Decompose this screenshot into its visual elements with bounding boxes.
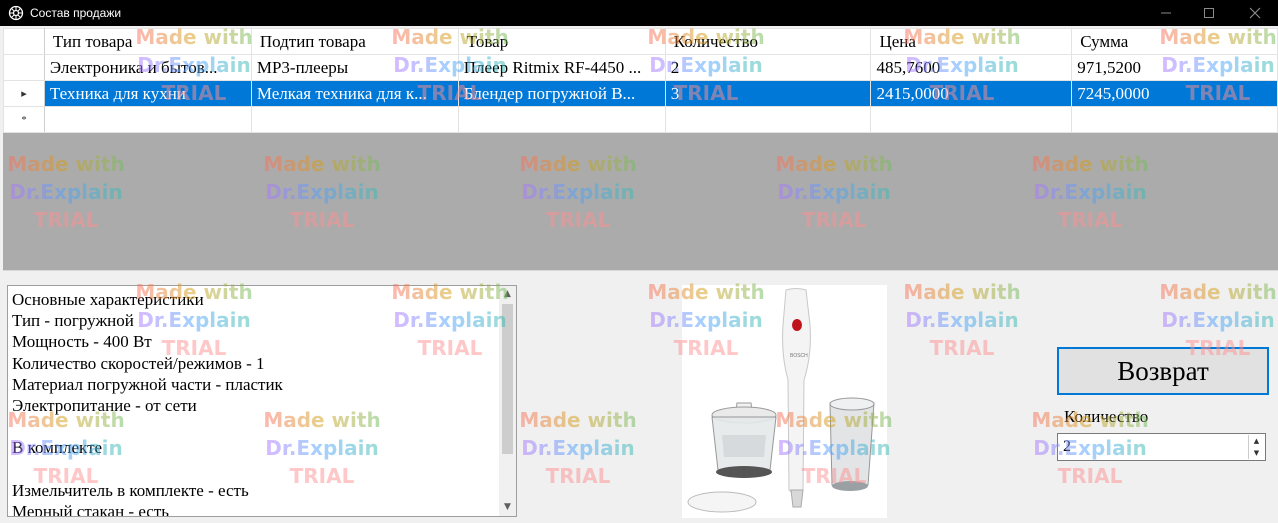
cell-quantity[interactable]: 2 [664, 54, 872, 81]
cell-price[interactable] [870, 106, 1073, 133]
column-header-product[interactable]: Товар [457, 28, 666, 55]
description-line: Мерный стакан - есть [12, 502, 170, 517]
row-header[interactable] [3, 54, 45, 81]
return-button[interactable]: Возврат [1057, 347, 1269, 395]
window-title: Состав продажи [30, 6, 122, 20]
scroll-up-arrow-icon[interactable]: ▲ [499, 286, 516, 303]
quantity-label: Количество [1064, 407, 1149, 426]
cell-sum[interactable]: 7245,0000 [1071, 80, 1278, 107]
product-description-textbox[interactable]: Основные характеристики Тип - погружной Мо… [7, 285, 517, 517]
column-header-subtype[interactable]: Подтип товара [250, 28, 459, 55]
trial-watermark: Made withDr.ExplainTRIAL [513, 406, 643, 490]
sales-grid-area[interactable]: Тип товара Подтип товара Товар Количеств… [3, 28, 1278, 271]
quantity-stepper[interactable]: 2 ▲ ▼ [1057, 433, 1266, 461]
cell-quantity[interactable]: 3 [664, 80, 872, 107]
description-line [12, 459, 283, 480]
cell-subtype[interactable] [250, 106, 459, 133]
description-line: Тип - погружной [12, 311, 134, 331]
product-description-text: Основные характеристики Тип - погружной Мо… [12, 289, 283, 517]
cell-price[interactable]: 2415,0000 [870, 80, 1073, 107]
scroll-thumb[interactable] [502, 304, 513, 454]
description-scrollbar[interactable]: ▲ ▼ [499, 286, 516, 516]
description-line [12, 416, 283, 437]
grid-header-row: Тип товара Подтип товара Товар Количеств… [3, 28, 1278, 55]
sales-grid[interactable]: Тип товара Подтип товара Товар Количеств… [3, 28, 1278, 133]
cell-product[interactable]: Плеер Ritmix RF-4450 ... [457, 54, 666, 81]
description-line: Основные характеристики [12, 290, 204, 309]
spin-up-icon[interactable]: ▲ [1249, 435, 1264, 447]
title-bar: Состав продажи [0, 0, 1278, 26]
quantity-value[interactable]: 2 [1063, 438, 1071, 456]
close-icon [1249, 7, 1261, 19]
scroll-down-arrow-icon[interactable]: ▼ [499, 499, 516, 516]
column-header-price[interactable]: Цена [870, 28, 1073, 55]
minimize-button[interactable] [1143, 0, 1189, 26]
cell-type[interactable] [43, 106, 252, 133]
row-header-corner [3, 28, 45, 55]
cell-sum[interactable]: 971,5200 [1071, 54, 1278, 81]
cell-subtype[interactable]: MP3-плееры [250, 54, 459, 81]
description-line: Электропитание - от сети [12, 396, 197, 416]
product-image: BOSCH [682, 285, 887, 518]
trial-watermark: Made withDr.ExplainTRIAL [897, 278, 1027, 362]
table-row-new[interactable]: * [3, 106, 1278, 133]
row-header-current-marker[interactable]: ▸ [3, 80, 45, 107]
brand-text: BOSCH [790, 353, 808, 359]
close-button[interactable] [1232, 0, 1278, 26]
cell-product[interactable] [457, 106, 666, 133]
description-line: В комплекте [12, 438, 103, 458]
cell-quantity[interactable] [664, 106, 872, 133]
cell-type[interactable]: Техника для кухни [43, 80, 252, 107]
cell-subtype[interactable]: Мелкая техника для к... [250, 80, 459, 107]
column-header-type[interactable]: Тип товара [43, 28, 252, 55]
table-row[interactable]: Электроника и бытов... MP3-плееры Плеер … [3, 54, 1278, 81]
table-row-selected[interactable]: ▸ Техника для кухни Мелкая техника для к… [3, 80, 1278, 107]
cell-sum[interactable] [1071, 106, 1278, 133]
maximize-button[interactable] [1186, 0, 1232, 26]
cell-product[interactable]: Блендер погружной B... [457, 80, 666, 107]
hand-blender-image: BOSCH [687, 288, 875, 513]
column-header-quantity[interactable]: Количество [664, 28, 872, 55]
column-header-sum[interactable]: Сумма [1071, 28, 1278, 55]
minimize-icon [1161, 12, 1171, 14]
description-line: Материал погружной части - пластик [12, 374, 283, 394]
maximize-icon [1204, 8, 1214, 18]
description-line: Мощность - 400 Вт [12, 332, 152, 352]
cell-price[interactable]: 485,7600 [870, 54, 1073, 81]
description-line: Измельчитель в комплекте - есть [12, 480, 249, 500]
description-line: Количество скоростей/режимов - 1 [12, 353, 265, 373]
spin-down-icon[interactable]: ▼ [1249, 447, 1264, 459]
cell-type[interactable]: Электроника и бытов... [43, 54, 252, 81]
row-header-new-marker[interactable]: * [3, 106, 45, 133]
gear-emblem-icon [8, 5, 24, 21]
quantity-spin-buttons[interactable]: ▲ ▼ [1248, 435, 1264, 459]
